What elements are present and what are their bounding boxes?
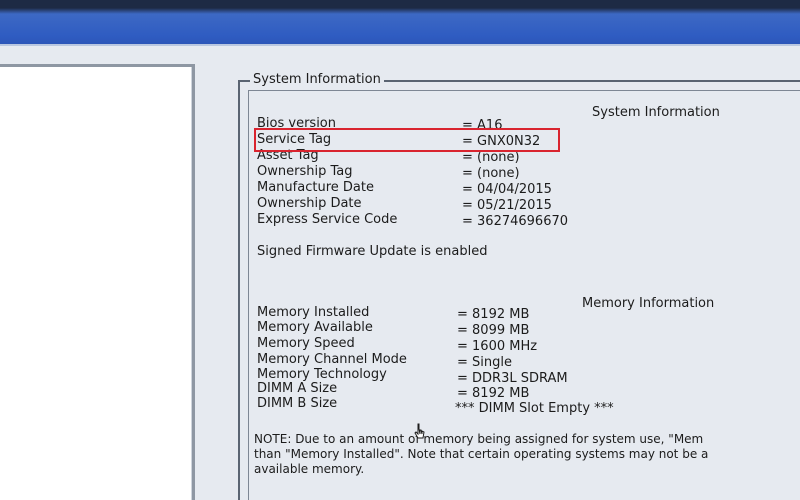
dimm-a-size-label: DIMM A Size bbox=[257, 381, 338, 396]
memory-note-line-3: available memory. bbox=[254, 462, 365, 476]
memory-note: NOTE: Due to an amount of memory being a… bbox=[254, 432, 800, 477]
mouse-cursor-icon bbox=[414, 423, 425, 439]
memory-available-label: Memory Available bbox=[257, 320, 373, 335]
memory-info-heading: Memory Information bbox=[582, 296, 715, 311]
ownership-tag-label: Ownership Tag bbox=[257, 164, 353, 179]
express-service-code-label: Express Service Code bbox=[257, 212, 398, 227]
title-bar-divider bbox=[0, 44, 800, 46]
memory-installed-label: Memory Installed bbox=[257, 305, 370, 320]
memory-technology-value: = DDR3L SDRAM bbox=[457, 371, 568, 386]
title-bar bbox=[0, 0, 800, 44]
manufacture-date-label: Manufacture Date bbox=[257, 180, 374, 195]
memory-speed-value: = 1600 MHz bbox=[457, 339, 538, 354]
manufacture-date-value: = 04/04/2015 bbox=[462, 182, 552, 197]
ownership-tag-value: = (none) bbox=[462, 166, 520, 181]
express-service-code-value: = 36274696670 bbox=[462, 214, 569, 229]
memory-technology-label: Memory Technology bbox=[257, 367, 387, 382]
memory-installed-value: = 8192 MB bbox=[457, 307, 530, 322]
memory-speed-label: Memory Speed bbox=[257, 336, 355, 351]
asset-tag-value: = (none) bbox=[462, 150, 520, 165]
memory-note-line-1: NOTE: Due to an amount of memory being a… bbox=[254, 432, 704, 446]
group-title: System Information bbox=[250, 72, 384, 87]
dimm-b-size-label: DIMM B Size bbox=[257, 396, 338, 411]
ownership-date-value: = 05/21/2015 bbox=[462, 198, 552, 213]
memory-channel-mode-value: = Single bbox=[457, 355, 512, 370]
dimm-a-size-value: = 8192 MB bbox=[457, 386, 530, 401]
memory-channel-mode-label: Memory Channel Mode bbox=[257, 352, 407, 367]
system-info-heading: System Information bbox=[592, 105, 720, 120]
settings-tree-pane[interactable] bbox=[0, 64, 195, 500]
memory-note-line-2: than "Memory Installed". Note that certa… bbox=[254, 447, 709, 461]
ownership-date-label: Ownership Date bbox=[257, 196, 362, 211]
signed-firmware-status: Signed Firmware Update is enabled bbox=[257, 244, 488, 259]
dimm-b-size-value: *** DIMM Slot Empty *** bbox=[455, 401, 614, 416]
service-tag-highlight bbox=[254, 128, 560, 152]
bios-screen: System Information System Information Bi… bbox=[0, 0, 800, 500]
memory-available-value: = 8099 MB bbox=[457, 323, 530, 338]
